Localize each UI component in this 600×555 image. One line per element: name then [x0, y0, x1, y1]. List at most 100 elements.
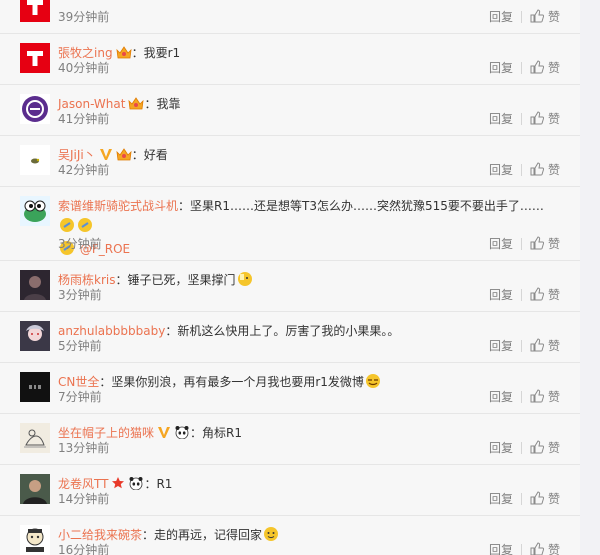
like-button[interactable]: 赞	[530, 286, 560, 303]
comment-actions: 回复 赞	[489, 286, 560, 303]
reply-button[interactable]: 回复	[489, 388, 513, 405]
username-link[interactable]: Jason-What	[58, 97, 125, 111]
comment-item: Jason-What ：我靠 41分钟前 回复 赞	[0, 84, 580, 136]
like-button[interactable]: 赞	[530, 439, 560, 456]
comment-time: 5分钟前	[58, 339, 102, 353]
verified-v-badge[interactable]	[157, 425, 171, 445]
username-link[interactable]: 索谱维斯骑驼式战斗机	[58, 199, 178, 213]
username-link[interactable]: 吴JiJi丶	[58, 148, 96, 162]
vip-crown-badge[interactable]	[116, 45, 132, 65]
thumbs-up-icon	[530, 287, 544, 301]
comment-actions: 回复 赞	[489, 337, 560, 354]
like-label: 赞	[547, 441, 560, 455]
comment-item: 吴JiJi丶 ：好看 42分钟前 回复 赞	[0, 135, 580, 187]
comment-item: 龙卷风TT ：R1 14分钟前 回复 赞	[0, 464, 580, 516]
like-label: 赞	[547, 237, 560, 251]
comment-time: 42分钟前	[58, 163, 110, 177]
reply-button[interactable]: 回复	[489, 490, 513, 507]
comment-text: 龙卷风TT ：R1	[58, 474, 560, 496]
like-label: 赞	[547, 492, 560, 506]
reply-button[interactable]: 回复	[489, 541, 513, 555]
panda-badge[interactable]	[174, 425, 190, 445]
like-button[interactable]: 赞	[530, 8, 560, 25]
comment-content: ：R1	[144, 477, 173, 491]
avatar[interactable]	[20, 270, 50, 300]
avatar[interactable]	[20, 43, 50, 73]
avatar[interactable]	[20, 0, 50, 22]
like-label: 赞	[547, 543, 560, 555]
like-button[interactable]: 赞	[530, 541, 560, 555]
avatar[interactable]	[20, 145, 50, 175]
username-link[interactable]: 龙卷风TT	[58, 477, 108, 491]
like-button[interactable]: 赞	[530, 161, 560, 178]
comment-text: anzhulabbbbbaby：新机这么快用上了。厉害了我的小果果。。	[58, 321, 560, 341]
comment-item: anzhulabbbbbaby：新机这么快用上了。厉害了我的小果果。。 5分钟前…	[0, 311, 580, 363]
username-link[interactable]: anzhulabbbbbaby	[58, 324, 165, 338]
comment-content: ：角标R1	[190, 426, 242, 440]
avatar[interactable]	[20, 321, 50, 351]
like-label: 赞	[547, 61, 560, 75]
thumbs-up-icon	[530, 491, 544, 505]
reply-button[interactable]: 回复	[489, 59, 513, 76]
comment-content: ：新机这么快用上了。厉害了我的小果果。。	[165, 324, 400, 338]
reply-button[interactable]: 回复	[489, 161, 513, 178]
star-badge[interactable]	[111, 476, 125, 496]
reply-button[interactable]: 回复	[489, 439, 513, 456]
comment-actions: 回复 赞	[489, 388, 560, 405]
reply-button[interactable]: 回复	[489, 235, 513, 252]
comment-item: 39分钟前 回复 赞	[0, 0, 580, 34]
comment-text: 杨雨栋kris：锤子已死，坚果撑门	[58, 270, 560, 293]
comment-actions: 回复 赞	[489, 110, 560, 127]
page-gutter	[580, 0, 600, 555]
like-button[interactable]: 赞	[530, 490, 560, 507]
avatar[interactable]	[20, 423, 50, 453]
divider	[520, 390, 522, 403]
comment-content: ：坚果你别浪，再有最多一个月我也要用r1发微博	[99, 375, 364, 389]
comment-actions: 回复 赞	[489, 8, 560, 25]
vip-crown-badge[interactable]	[128, 96, 145, 116]
like-button[interactable]: 赞	[530, 59, 560, 76]
comment-text: 索谱维斯骑驼式战斗机：坚果R1……还是想等T3怎么办……突然犹豫515要不要出手…	[58, 196, 560, 262]
thumbs-up-icon	[530, 440, 544, 454]
like-button[interactable]: 赞	[530, 110, 560, 127]
avatar[interactable]	[20, 525, 50, 555]
thumbs-up-icon	[530, 338, 544, 352]
avatar[interactable]	[20, 474, 50, 504]
reply-button[interactable]: 回复	[489, 286, 513, 303]
divider	[520, 543, 522, 555]
comment-content: ：我要r1	[131, 46, 181, 60]
avatar[interactable]	[20, 372, 50, 402]
reply-button[interactable]: 回复	[489, 110, 513, 127]
avatar[interactable]	[20, 196, 50, 226]
like-label: 赞	[547, 288, 560, 302]
panda-badge[interactable]	[128, 476, 144, 496]
reply-button[interactable]: 回复	[489, 337, 513, 354]
comment-actions: 回复 赞	[489, 439, 560, 456]
divider	[520, 163, 522, 176]
like-label: 赞	[547, 112, 560, 126]
comment-time: 13分钟前	[58, 441, 110, 455]
divider	[520, 492, 522, 505]
comment-text: 小二给我来碗茶：走的再远，记得回家	[58, 525, 560, 548]
like-label: 赞	[547, 390, 560, 404]
reply-button[interactable]: 回复	[489, 8, 513, 25]
username-link[interactable]: 杨雨栋kris	[58, 273, 115, 287]
like-button[interactable]: 赞	[530, 235, 560, 252]
username-link[interactable]: 小二给我来碗茶	[58, 528, 142, 542]
username-link[interactable]: 張牧之ing	[58, 46, 113, 60]
comment-text: 坐在帽子上的猫咪 ：角标R1	[58, 423, 560, 445]
vip-crown-badge[interactable]	[116, 147, 132, 167]
username-link[interactable]: CN世全	[58, 375, 99, 389]
comment-list: 39分钟前 回复 赞 張牧之ing ：我要r1 40分钟前 回复 赞 Jason-…	[0, 0, 580, 555]
like-label: 赞	[547, 10, 560, 24]
comment-content: ：我靠	[144, 97, 181, 111]
avatar[interactable]	[20, 94, 50, 124]
thumbs-up-icon	[530, 236, 544, 250]
comment-time: 3分钟前	[58, 237, 102, 251]
like-button[interactable]: 赞	[530, 388, 560, 405]
comment-item: 索谱维斯骑驼式战斗机：坚果R1……还是想等T3怎么办……突然犹豫515要不要出手…	[0, 186, 580, 261]
comment-actions: 回复 赞	[489, 541, 560, 555]
username-link[interactable]: 坐在帽子上的猫咪	[58, 426, 154, 440]
like-button[interactable]: 赞	[530, 337, 560, 354]
comment-content: ：锤子已死，坚果撑门	[115, 273, 236, 287]
